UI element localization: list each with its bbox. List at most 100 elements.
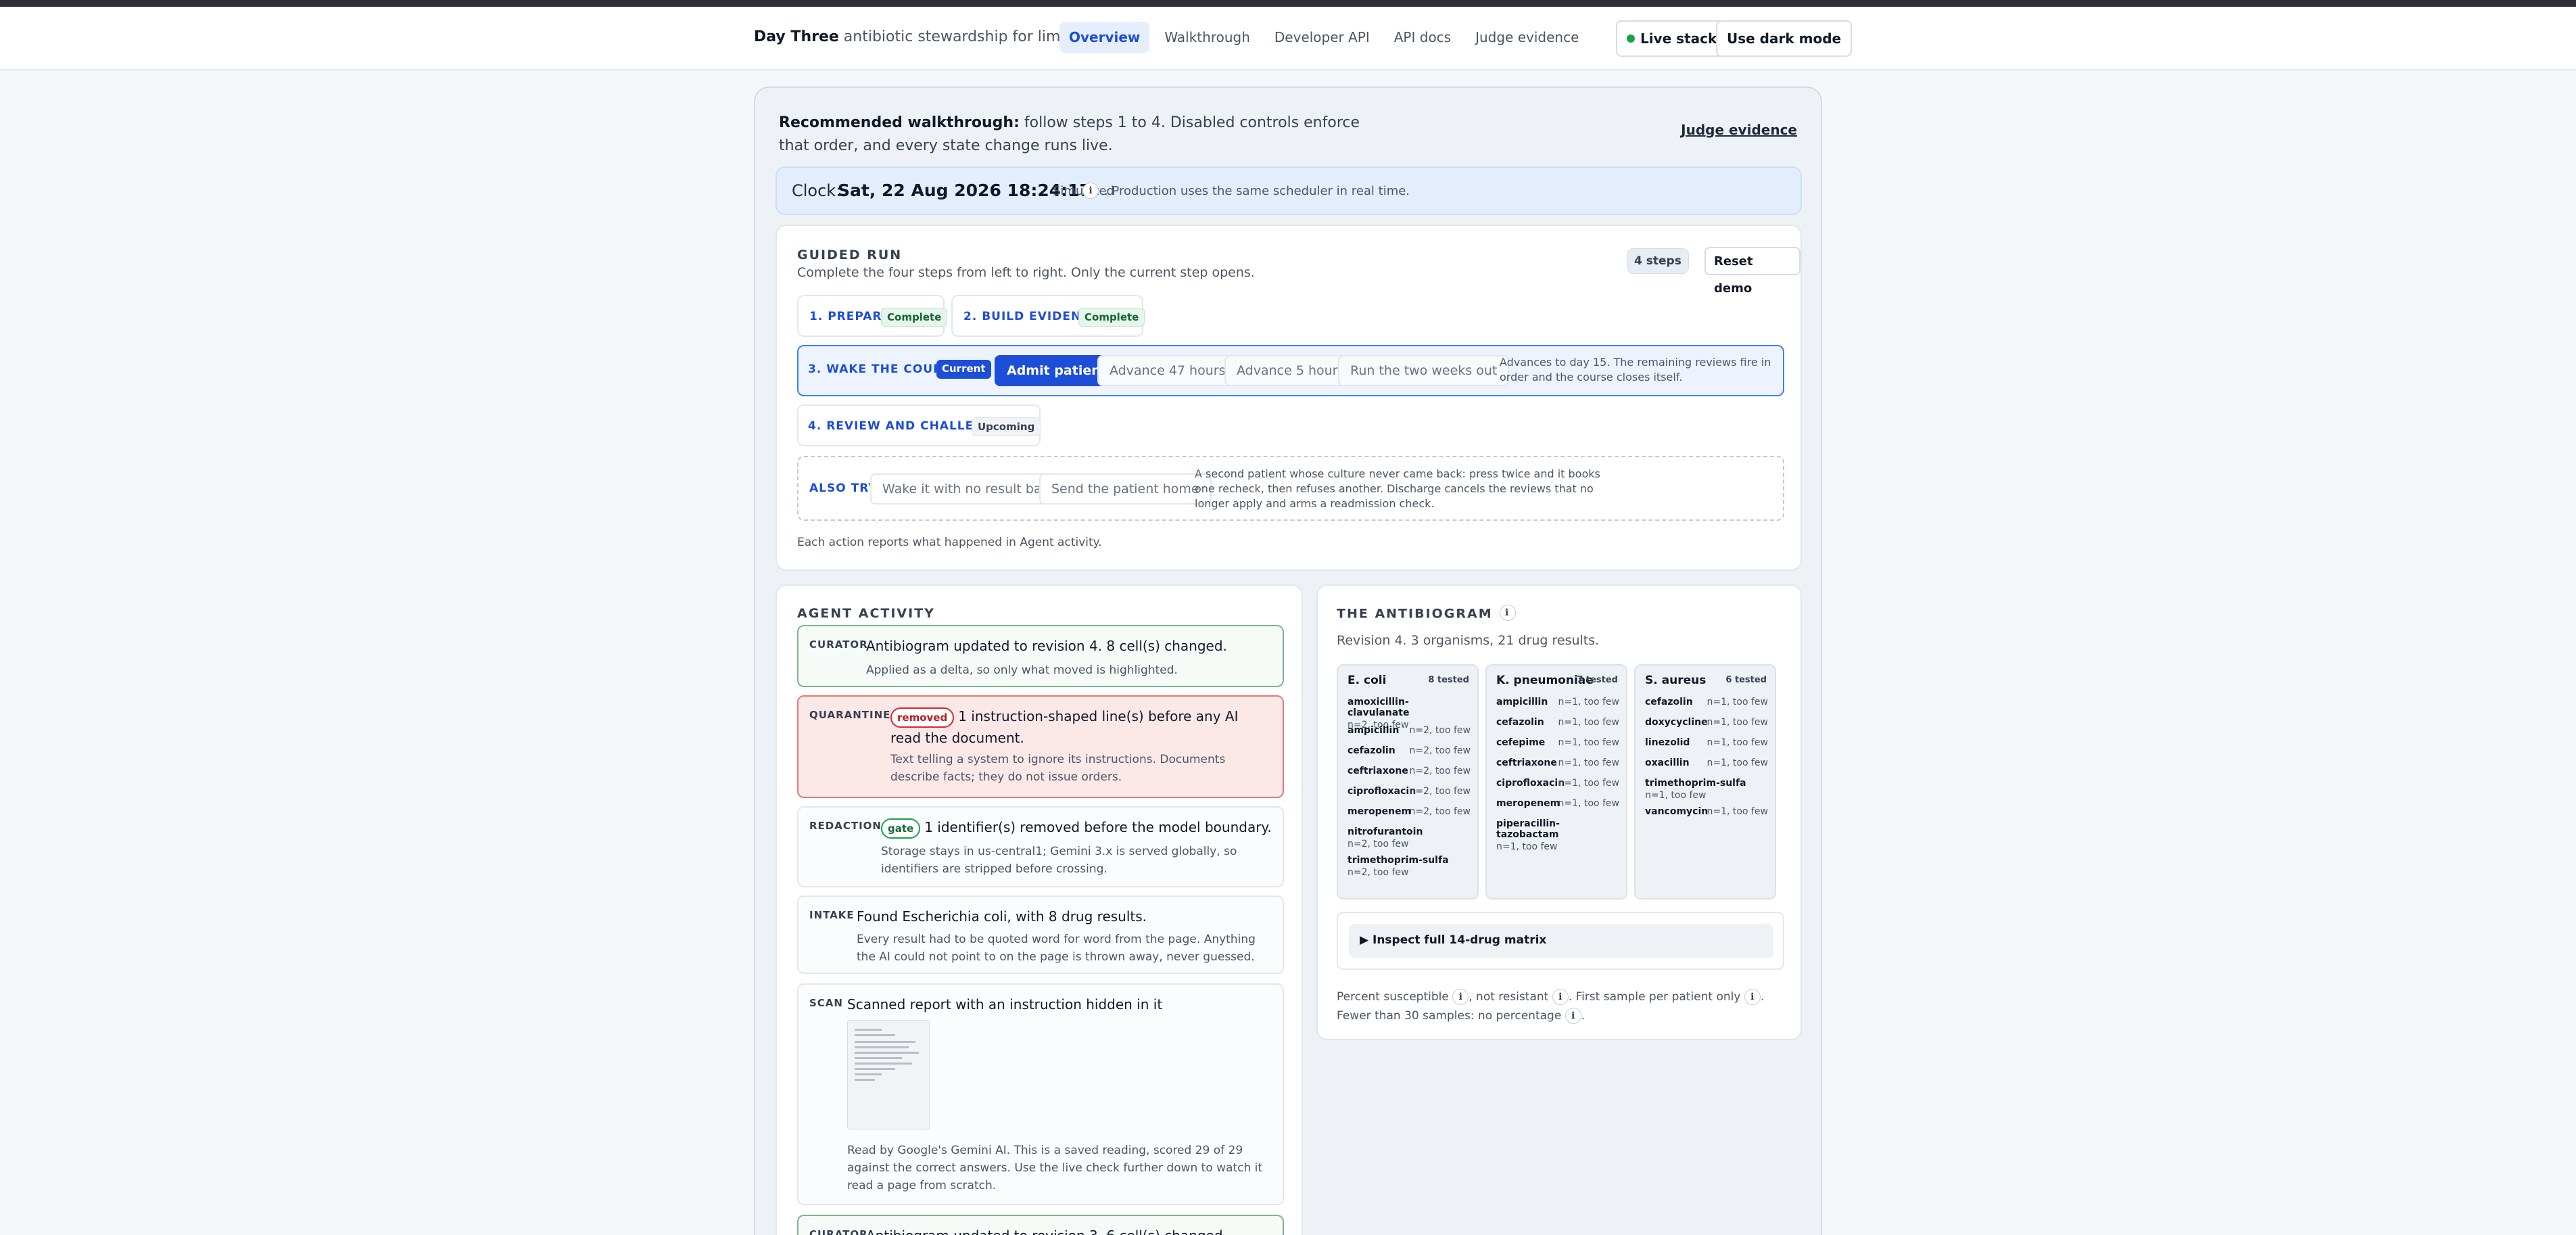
drug-row: ampicillin n=1, too few bbox=[1496, 697, 1619, 707]
clock-info-icon[interactable]: i bbox=[1082, 183, 1099, 199]
drug-sample-note: n=2, too few bbox=[1409, 786, 1471, 797]
live-stack-label: Live stack bbox=[1640, 30, 1717, 47]
event-head: Antibiogram updated to revision 4. 8 cel… bbox=[866, 638, 1227, 654]
fewer-samples-info-icon[interactable]: i bbox=[1565, 1008, 1581, 1024]
drug-sample-note: n=1, too few bbox=[1707, 737, 1768, 748]
drug-sample-note: n=2, too few bbox=[1409, 725, 1471, 736]
reset-demo-button[interactable]: Reset demo bbox=[1704, 247, 1800, 296]
antibiogram-subtitle: Revision 4. 3 organisms, 21 drug results… bbox=[1337, 633, 1600, 648]
event-head: Found Escherichia coli, with 8 drug resu… bbox=[857, 908, 1147, 925]
antibiogram-info-icon[interactable]: i bbox=[1499, 605, 1516, 621]
event-intake: INTAKE Found Escherichia coli, with 8 dr… bbox=[797, 895, 1284, 974]
drug-row: doxycycline n=1, too few bbox=[1645, 717, 1768, 728]
send-patient-home-button[interactable]: Send the patient home bbox=[1039, 473, 1212, 505]
walkthrough-intro: Recommended walkthrough: follow steps 1 … bbox=[779, 112, 1387, 158]
step-review-and-challenge[interactable]: 4. REVIEW AND CHALLENGE Upcoming bbox=[797, 404, 1041, 446]
dark-mode-button[interactable]: Use dark mode bbox=[1716, 20, 1853, 57]
drug-sample-note: n=1, too few bbox=[1707, 758, 1768, 768]
step-prepare-badge: Complete bbox=[881, 308, 948, 327]
nav-api-docs[interactable]: API docs bbox=[1385, 22, 1460, 53]
drug-sample-note: n=2, too few bbox=[1347, 839, 1409, 849]
also-try-description: A second patient whose culture never cam… bbox=[1195, 467, 1600, 510]
brand[interactable]: Day Three antibiotic stewardship for lim… bbox=[754, 28, 1108, 45]
organism-card-ecoli: E. coli 8 tested amoxicillin-clavulanate n=… bbox=[1337, 664, 1479, 900]
brand-name: Day Three bbox=[754, 28, 839, 45]
step-prepare[interactable]: 1. PREPARE Complete bbox=[797, 295, 948, 337]
drug-sample-note: n=1, too few bbox=[1645, 790, 1707, 801]
event-scan: SCAN Scanned report with an instruction … bbox=[797, 983, 1284, 1205]
drug-row: ampicillin n=2, too few bbox=[1347, 725, 1471, 736]
live-stack-button[interactable]: Live stack bbox=[1616, 20, 1728, 57]
nav-judge-evidence[interactable]: Judge evidence bbox=[1466, 22, 1588, 53]
drug-name: nitrofurantoin bbox=[1347, 826, 1423, 837]
clock-note: . Production uses the same scheduler in … bbox=[1104, 184, 1410, 198]
drug-row: meropenem n=2, too few bbox=[1347, 806, 1471, 817]
scanned-report-thumbnail[interactable] bbox=[847, 1020, 930, 1129]
drug-row: cefazolin n=1, too few bbox=[1645, 697, 1768, 707]
organism-name: E. coli bbox=[1347, 674, 1387, 687]
step-build-evidence[interactable]: 2. BUILD EVIDENCE Complete bbox=[951, 295, 1145, 337]
event-tag: QUARANTINE bbox=[809, 709, 891, 721]
event-tag: CURATOR bbox=[809, 638, 868, 651]
resistant-info-icon[interactable]: i bbox=[1552, 989, 1569, 1005]
drug-sample-note: n=1, too few bbox=[1496, 841, 1558, 852]
drug-sample-note: n=1, too few bbox=[1707, 806, 1768, 817]
drug-sample-note: n=1, too few bbox=[1558, 697, 1619, 707]
drug-name: ampicillin bbox=[1347, 725, 1400, 736]
drug-row: nitrofurantoin n=2, too few bbox=[1347, 826, 1471, 849]
drug-row: cefazolin n=2, too few bbox=[1347, 745, 1471, 756]
drug-name: vancomycin bbox=[1645, 806, 1709, 817]
nav-developer-api[interactable]: Developer API bbox=[1265, 22, 1379, 53]
drug-row: meropenem n=1, too few bbox=[1496, 798, 1619, 809]
advance-47-hours-button[interactable]: Advance 47 hours bbox=[1097, 355, 1238, 386]
event-curator-rev3: CURATOR Antibiogram updated to revision … bbox=[797, 1215, 1284, 1235]
run-two-weeks-button[interactable]: Run the two weeks out bbox=[1338, 355, 1510, 386]
agent-activity-panel: AGENT ACTIVITY CURATOR Antibiogram updat… bbox=[776, 584, 1303, 1235]
gate-chip: gate bbox=[881, 818, 921, 839]
inspect-matrix-toggle[interactable]: ▶ Inspect full 14-drug matrix bbox=[1349, 924, 1773, 958]
steps-count-badge: 4 steps bbox=[1627, 248, 1689, 274]
drug-row: trimethoprim-sulfa n=2, too few bbox=[1347, 855, 1471, 878]
antibiogram-title-text: THE ANTIBIOGRAM bbox=[1337, 606, 1493, 622]
event-body: Text telling a system to ignore its inst… bbox=[890, 753, 1226, 784]
drug-name: meropenem bbox=[1347, 806, 1412, 817]
event-curator: CURATOR Antibiogram updated to revision … bbox=[797, 625, 1284, 687]
first-sample-info-icon[interactable]: i bbox=[1744, 989, 1761, 1005]
drug-name: ciprofloxacin bbox=[1496, 778, 1565, 789]
event-body: Applied as a delta, so only what moved i… bbox=[866, 663, 1178, 677]
organism-card-kpneumoniae: K. pneumoniae 7 tested ampicillin n=1, too … bbox=[1485, 664, 1627, 900]
drug-name: cefazolin bbox=[1496, 717, 1544, 728]
susceptible-info-icon[interactable]: i bbox=[1452, 989, 1469, 1005]
event-body: Read by Google's Gemini AI. This is a sa… bbox=[847, 1144, 1263, 1192]
drug-name: doxycycline bbox=[1645, 717, 1708, 728]
drug-row: vancomycin n=1, too few bbox=[1645, 806, 1768, 817]
drug-row: trimethoprim-sulfa n=1, too few bbox=[1645, 778, 1768, 801]
nav-overview[interactable]: Overview bbox=[1059, 22, 1150, 53]
drug-row: ciprofloxacin n=2, too few bbox=[1347, 786, 1471, 797]
nav-walkthrough[interactable]: Walkthrough bbox=[1155, 22, 1259, 53]
drug-sample-note: n=2, too few bbox=[1409, 806, 1471, 817]
drug-sample-note: n=1, too few bbox=[1558, 717, 1619, 728]
legend-part: , not resistant bbox=[1469, 990, 1549, 1004]
drug-row: ciprofloxacin n=1, too few bbox=[1496, 778, 1619, 789]
drug-name: cefazolin bbox=[1645, 697, 1693, 707]
drug-name: ampicillin bbox=[1496, 697, 1548, 707]
judge-evidence-link[interactable]: Judge evidence bbox=[1681, 122, 1797, 138]
clock-banner: Clock: Sat, 22 Aug 2026 18:24:17 Simulat… bbox=[776, 166, 1802, 215]
advance-5-hours-button[interactable]: Advance 5 hours bbox=[1224, 355, 1357, 386]
event-tag: SCAN bbox=[809, 997, 843, 1009]
also-try-label: ALSO TRY bbox=[809, 482, 878, 495]
also-try-box: ALSO TRY Wake it with no result back Sen… bbox=[797, 456, 1784, 521]
drug-name: linezolid bbox=[1645, 737, 1690, 748]
antibiogram-legend: Percent susceptible i, not resistant i. … bbox=[1337, 987, 1783, 1025]
event-head: removed 1 instruction-shaped line(s) befo… bbox=[890, 706, 1269, 748]
event-quarantine: QUARANTINE removed 1 instruction-shaped l… bbox=[797, 695, 1284, 798]
guided-run-title: GUIDED RUN bbox=[797, 248, 903, 262]
drug-sample-note: n=2, too few bbox=[1347, 867, 1409, 878]
drug-sample-note: n=1, too few bbox=[1707, 697, 1768, 707]
drug-name: cefazolin bbox=[1347, 745, 1396, 756]
intro-bold: Recommended walkthrough: bbox=[779, 114, 1020, 131]
event-tag: REDACTION bbox=[809, 820, 882, 832]
drug-sample-note: n=1, too few bbox=[1558, 778, 1619, 789]
drug-name: piperacillin-tazobactam bbox=[1496, 818, 1560, 840]
